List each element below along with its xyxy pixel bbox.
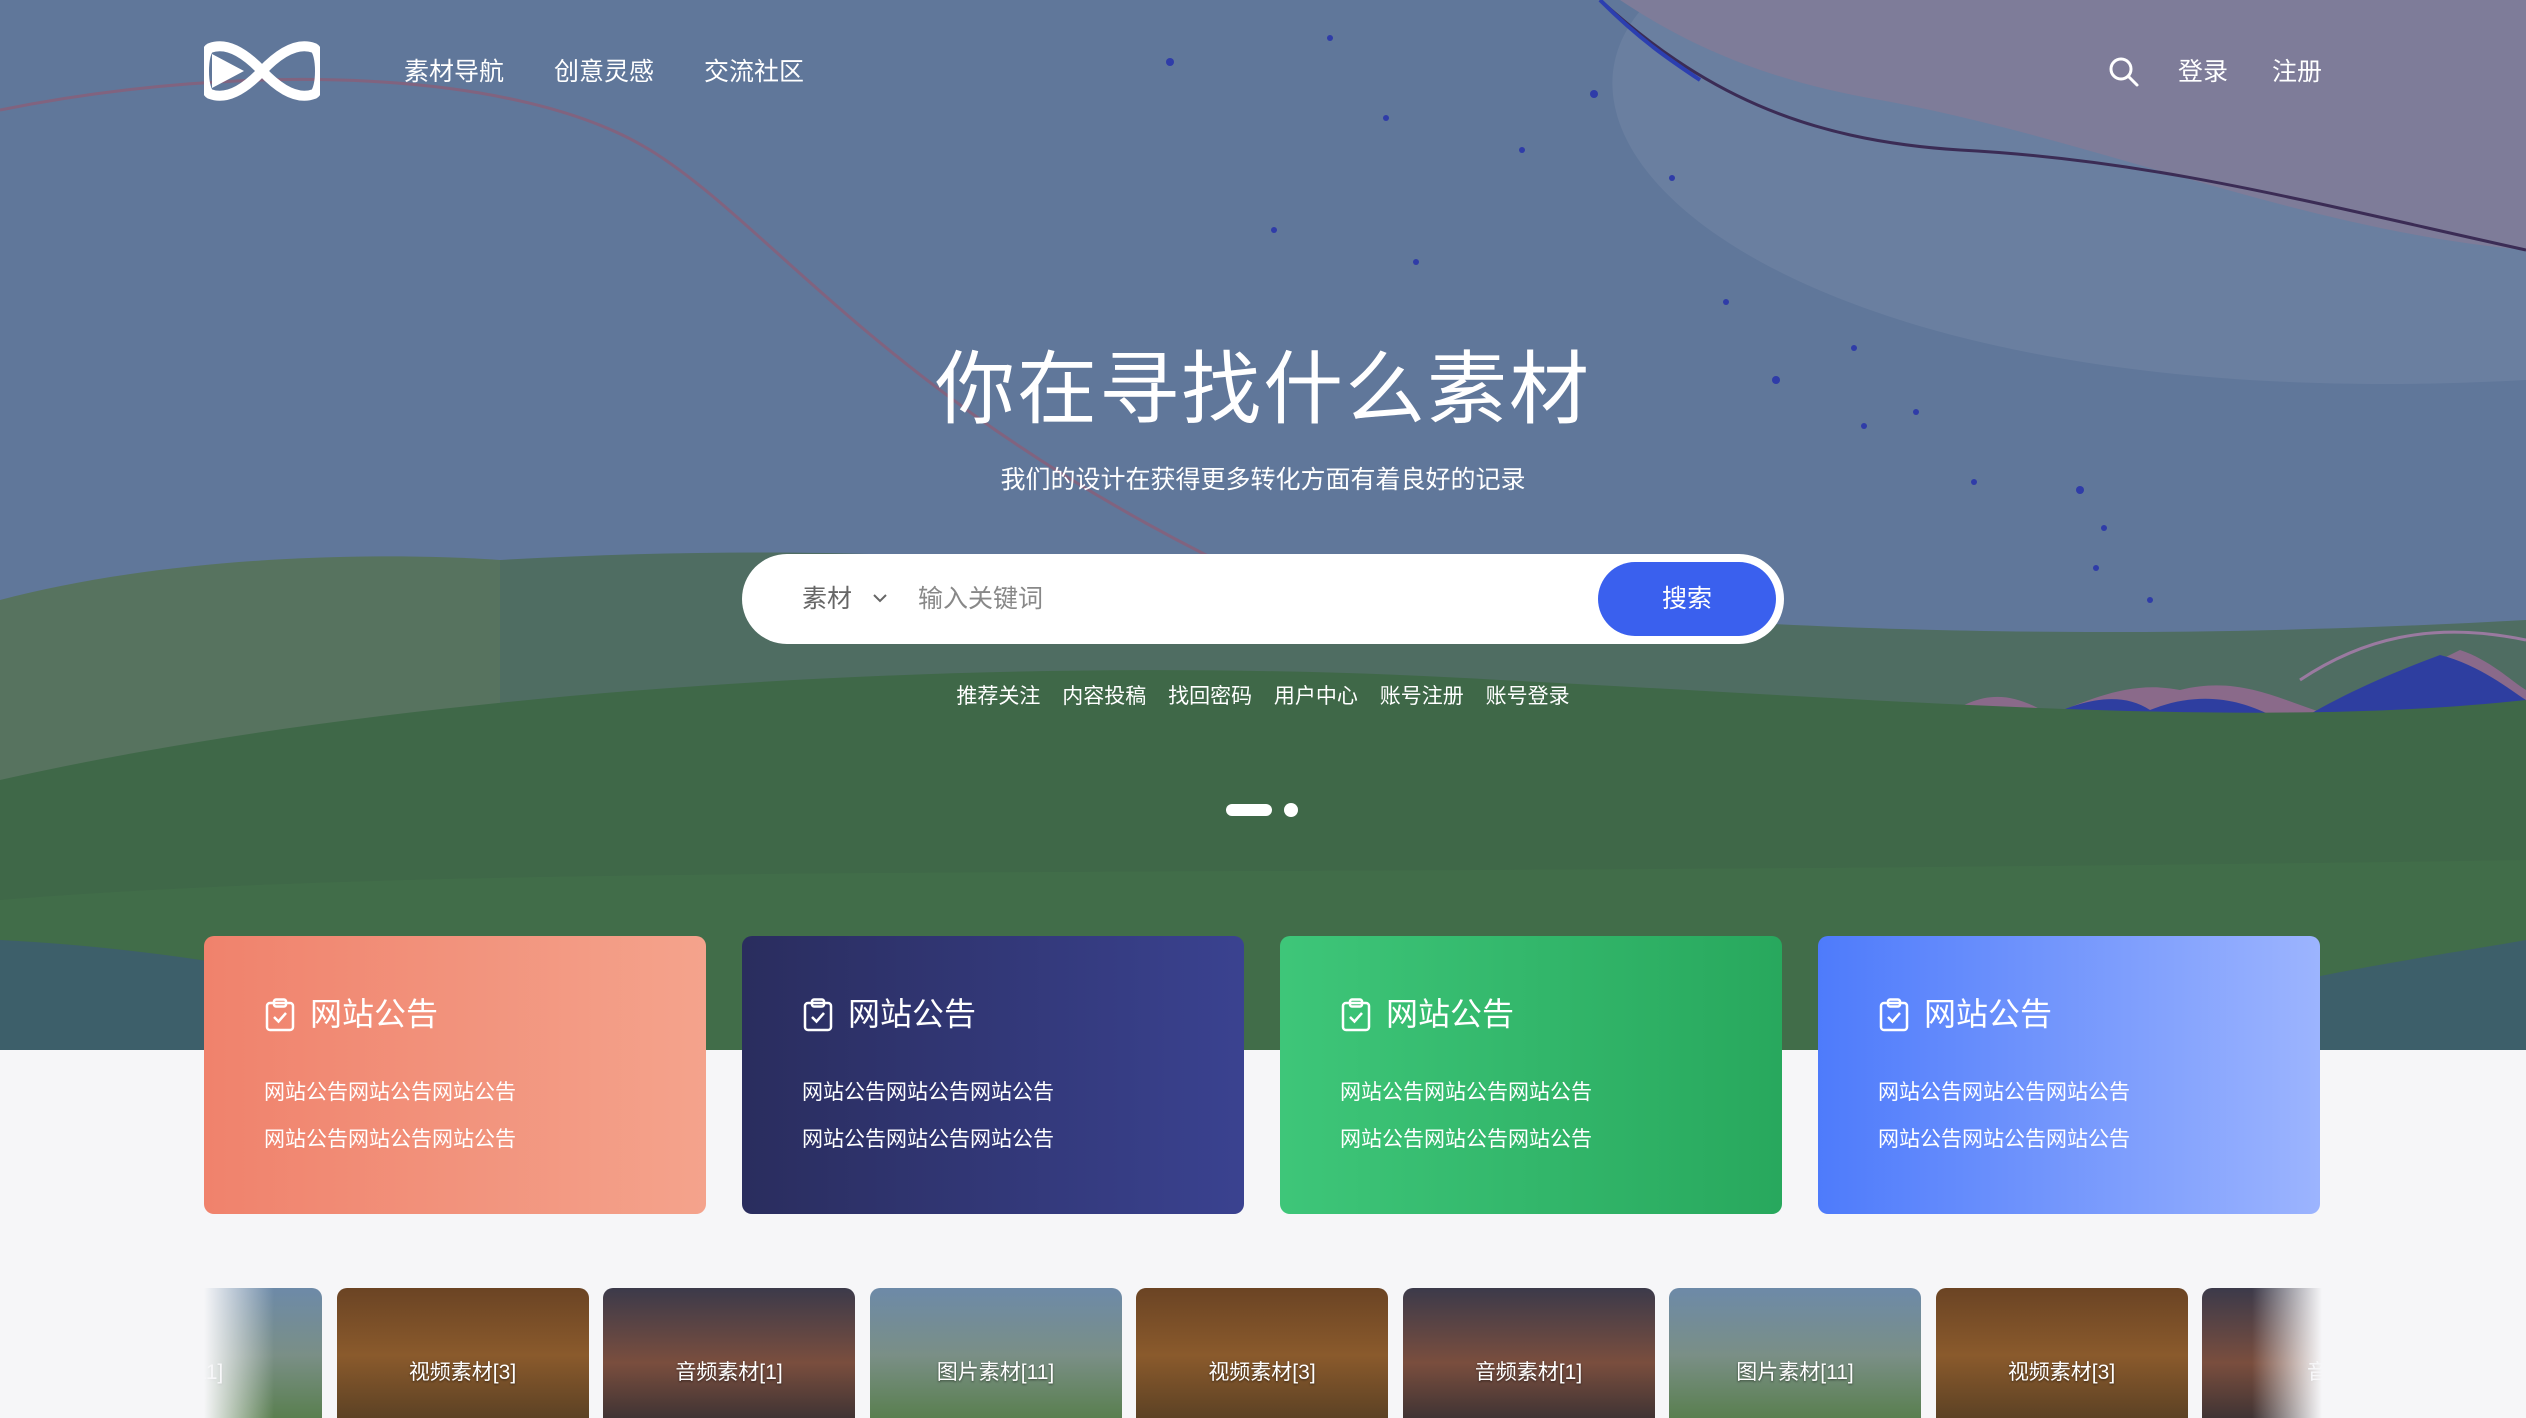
notice-line[interactable]: 网站公告网站公告网站公告	[802, 1076, 1054, 1110]
site-logo[interactable]	[204, 40, 320, 102]
search-button[interactable]: 搜索	[1598, 562, 1776, 636]
nav-item-material-nav[interactable]: 素材导航	[404, 52, 504, 92]
quick-link-recommended[interactable]: 推荐关注	[956, 680, 1040, 714]
thumbnail-label: 图片素材[11]	[1736, 1361, 1854, 1384]
category-thumbnail[interactable]: 图片素材[11]	[869, 1288, 1122, 1418]
notice-title: 网站公告	[1924, 996, 2053, 1032]
hero-banner	[0, 0, 2526, 1050]
notice-line[interactable]: 网站公告网站公告网站公告	[1878, 1123, 2130, 1157]
notice-line[interactable]: 网站公告网站公告网站公告	[264, 1076, 516, 1110]
top-navbar: 素材导航 创意灵感 交流社区 登录 注册	[0, 0, 2526, 144]
category-thumbnail[interactable]: 音频素材[1]	[1402, 1288, 1655, 1418]
thumbnail-label: 音频素材[1]	[1474, 1361, 1583, 1384]
notice-line[interactable]: 网站公告网站公告网站公告	[1340, 1123, 1592, 1157]
clipboard-check-icon	[1879, 998, 1909, 1032]
notice-line[interactable]: 网站公告网站公告网站公告	[1878, 1076, 2130, 1110]
search-bar: 素材 搜索	[742, 554, 1784, 644]
clipboard-check-icon	[1341, 998, 1371, 1032]
thumbnail-label: 视频素材[3]	[408, 1361, 517, 1384]
clipboard-check-icon	[803, 998, 833, 1032]
quick-link-find-password[interactable]: 找回密码	[1168, 680, 1252, 714]
quick-link-submit-content[interactable]: 内容投稿	[1062, 680, 1146, 714]
thumbnail-label: 材[11]	[204, 1361, 224, 1384]
category-thumbnail[interactable]: 图片素材[11]	[1669, 1288, 1921, 1418]
clipboard-check-icon	[265, 998, 295, 1032]
category-thumbnail[interactable]: 视频素材[3]	[1136, 1288, 1388, 1418]
quick-link-register[interactable]: 账号注册	[1380, 680, 1464, 714]
notice-title: 网站公告	[310, 996, 439, 1032]
notice-card[interactable]: 网站公告 网站公告网站公告网站公告 网站公告网站公告网站公告	[742, 936, 1244, 1214]
carousel-indicators	[1226, 802, 1302, 818]
category-thumbnail[interactable]: 视频素材[3]	[336, 1288, 589, 1418]
hero-background-illustration	[0, 0, 2526, 1050]
quick-links: 推荐关注 内容投稿 找回密码 用户中心 账号注册 账号登录	[0, 680, 2526, 714]
notice-card[interactable]: 网站公告 网站公告网站公告网站公告 网站公告网站公告网站公告	[1818, 936, 2320, 1214]
thumbnail-label: 图片素材[11]	[936, 1361, 1055, 1384]
search-icon[interactable]	[2106, 54, 2142, 90]
hero-subtitle: 我们的设计在获得更多转化方面有着良好的记录	[1000, 466, 1526, 494]
category-thumbnail[interactable]: 视频素材[3]	[1935, 1288, 2188, 1418]
notice-line[interactable]: 网站公告网站公告网站公告	[1340, 1076, 1592, 1110]
category-thumbnail[interactable]: 材[11]	[204, 1288, 322, 1418]
search-input[interactable]	[918, 574, 1518, 624]
register-link[interactable]: 注册	[2272, 52, 2322, 92]
nav-item-creative-inspiration[interactable]: 创意灵感	[554, 52, 654, 92]
hero-title: 你在寻找什么素材	[935, 345, 1591, 434]
search-category-select[interactable]: 素材	[802, 579, 852, 619]
notice-card[interactable]: 网站公告 网站公告网站公告网站公告 网站公告网站公告网站公告	[1280, 936, 1782, 1214]
notice-title: 网站公告	[848, 996, 977, 1032]
notice-title: 网站公告	[1386, 996, 1515, 1032]
thumbnail-label: 视频素材[3]	[2007, 1361, 2116, 1384]
thumbnail-label: 音频	[2307, 1361, 2322, 1384]
notice-line[interactable]: 网站公告网站公告网站公告	[264, 1123, 516, 1157]
thumbnail-label: 音频素材[1]	[675, 1361, 783, 1384]
carousel-dot[interactable]	[1284, 803, 1298, 817]
nav-item-community[interactable]: 交流社区	[704, 52, 804, 92]
quick-link-user-center[interactable]: 用户中心	[1274, 680, 1358, 714]
notice-line[interactable]: 网站公告网站公告网站公告	[802, 1123, 1054, 1157]
quick-link-login[interactable]: 账号登录	[1486, 680, 1570, 714]
carousel-dot-active[interactable]	[1226, 804, 1272, 816]
category-thumbnail[interactable]: 音频素材[1]	[603, 1288, 855, 1418]
chevron-down-icon[interactable]	[869, 586, 891, 610]
category-thumbnail-strip: 材[11] 视频素材[3] 音频素材[1] 图片素材[11] 视频素材[3] 音频素材[1…	[204, 1288, 2322, 1418]
thumbnail-label: 视频素材[3]	[1208, 1361, 1316, 1384]
category-thumbnail[interactable]: 音频	[2202, 1288, 2322, 1418]
notice-card[interactable]: 网站公告 网站公告网站公告网站公告 网站公告网站公告网站公告	[204, 936, 706, 1214]
login-link[interactable]: 登录	[2178, 52, 2228, 92]
